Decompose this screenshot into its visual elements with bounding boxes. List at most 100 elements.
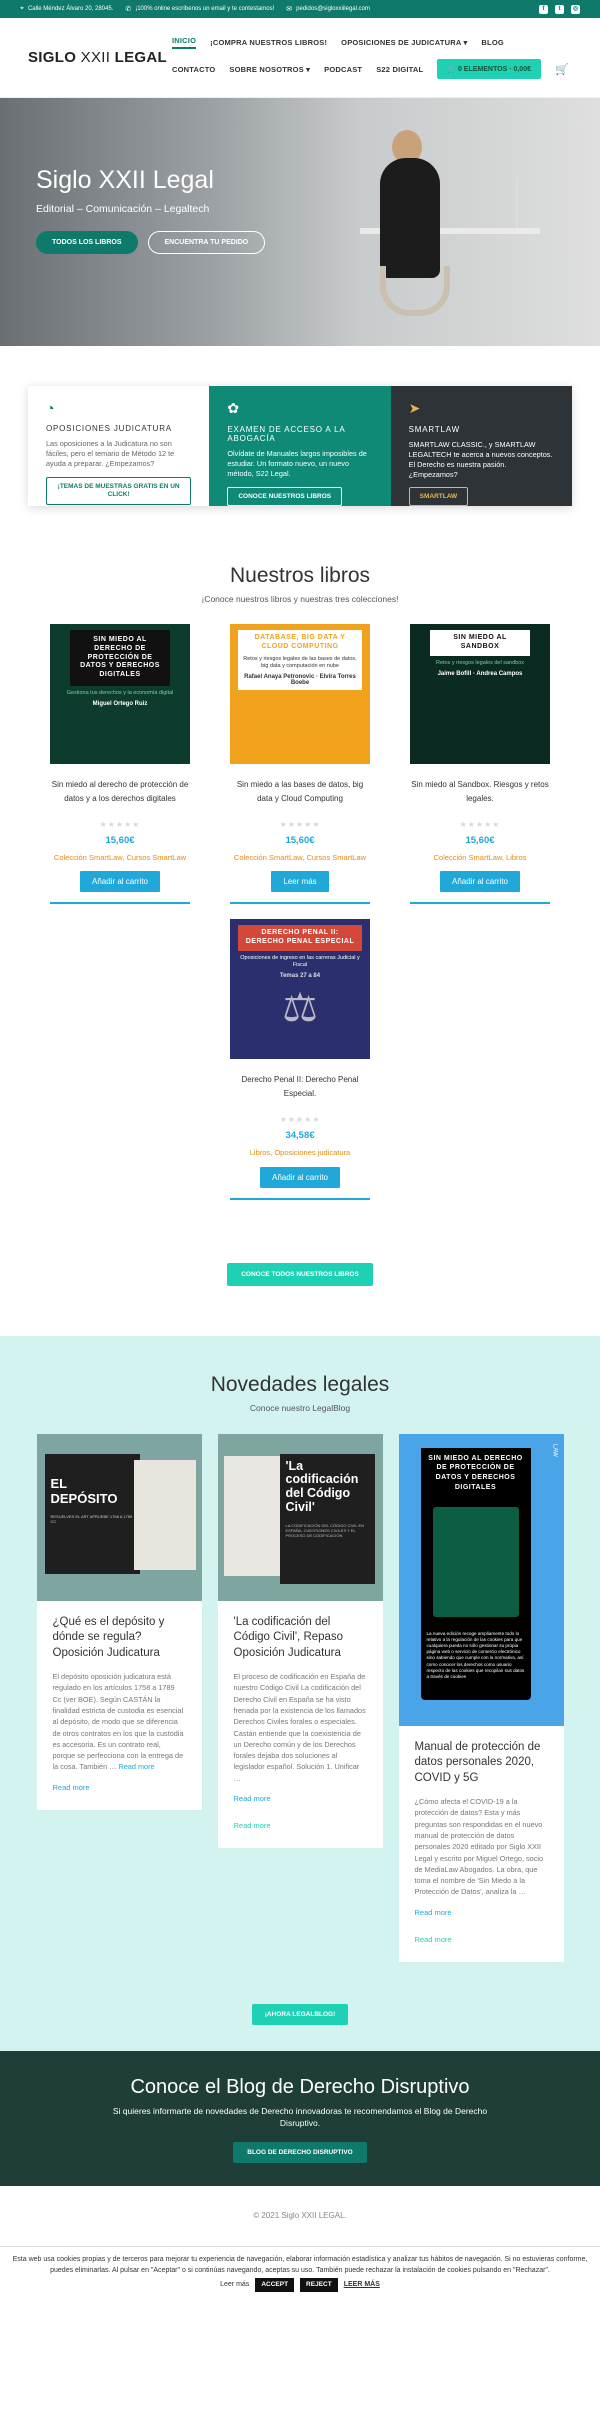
product-price: 34,58€ xyxy=(285,1130,315,1142)
card-text: Olvídate de Manuales largos imposibles d… xyxy=(227,449,367,478)
product-categories[interactable]: Colección SmartLaw, Cursos SmartLaw xyxy=(50,852,190,863)
read-more-link[interactable]: Read more xyxy=(234,1794,367,1803)
book-cover[interactable]: SIN MIEDO AL DERECHO DE PROTECCIÓN DE DA… xyxy=(50,624,190,764)
all-books-button[interactable]: TODOS LOS LIBROS xyxy=(36,231,138,254)
nav-podcast[interactable]: PODCAST xyxy=(324,65,362,74)
post-excerpt-text: El depósito oposición judicatura está re… xyxy=(52,1672,184,1772)
news-title: Novedades legales xyxy=(210,1372,390,1396)
cookie-actions: Leer más ACCEPT REJECT LEER MÁS xyxy=(12,2278,588,2293)
posts-grid: EL DEPÓSITO RESUELVES EL ART APRUEBE 1758… xyxy=(0,1433,600,1962)
product-name[interactable]: Sin miedo al Sandbox. Riesgos y retos le… xyxy=(410,778,550,812)
product-categories[interactable]: Colección SmartLaw, Libros xyxy=(410,852,550,863)
cart-button[interactable]: 🛒 0 ELEMENTOS · 0,00€ xyxy=(437,59,541,79)
post-title[interactable]: ¿Qué es el depósito y dónde se regula? O… xyxy=(53,1615,186,1662)
product-price: 15,60€ xyxy=(465,835,495,846)
post-title[interactable]: Manual de protección de datos personales… xyxy=(415,1740,548,1787)
cookie-reject-button[interactable]: REJECT xyxy=(300,2278,338,2293)
cart-summary: 0 ELEMENTOS · 0,00€ xyxy=(457,66,531,73)
rating-stars: ★★★★★ xyxy=(279,1115,321,1125)
scales-icon: ⚖ xyxy=(282,986,318,1031)
hero-chair xyxy=(380,266,450,316)
post-image[interactable]: EL DEPÓSITO RESUELVES EL ART APRUEBE 1758… xyxy=(36,1433,202,1601)
product-name[interactable]: Derecho Penal II: Derecho Penal Especial… xyxy=(230,1073,370,1107)
product-name[interactable]: Sin miedo a las bases de datos, big data… xyxy=(230,778,370,812)
phone-icon: ✆ xyxy=(125,6,132,13)
cover-subtitle: Oposiciones de ingreso en las carreras J… xyxy=(240,954,360,968)
cookie-more-link[interactable]: LEER MÁS xyxy=(344,2280,380,2291)
read-more-link[interactable]: Read more xyxy=(53,1783,186,1792)
blog-banner: Conoce el Blog de Derecho Disruptivo Si … xyxy=(0,2050,600,2186)
nav-sobre-nosotros[interactable]: SOBRE NOSOTROS ▾ xyxy=(229,65,310,74)
post-title[interactable]: 'La codificación del Código Civil', Repa… xyxy=(234,1615,367,1662)
read-more-link-secondary[interactable]: Read more xyxy=(415,1935,548,1944)
nav-inicio[interactable]: INICIO xyxy=(172,36,197,49)
email-link[interactable]: pedidos@sigloxxiilegal.com xyxy=(296,6,370,12)
book-cover[interactable]: DATABASE, BIG DATA Y CLOUD COMPUTING Ret… xyxy=(230,624,370,764)
cover-title: DATABASE, BIG DATA Y CLOUD COMPUTING xyxy=(254,634,346,650)
card-oposiciones: ◔ OPOSICIONES JUDICATURA Las oposiciones… xyxy=(28,386,210,506)
add-to-cart-button[interactable]: Añadir al carrito xyxy=(259,1166,341,1188)
book-cover[interactable]: SIN MIEDO AL SANDBOX Retos y riesgos leg… xyxy=(410,624,550,764)
cover-subtitle: Retos y riesgos legales de las bases de … xyxy=(243,655,357,669)
top-bar: ⌖ Calle Méndez Álvaro 20, 28045. ✆ ¡100% o… xyxy=(0,0,600,18)
cookie-read-more[interactable]: Leer más xyxy=(220,2280,249,2291)
card-text: Las oposiciones a la Judicatura no son f… xyxy=(46,439,175,468)
post-image-book xyxy=(133,1459,196,1570)
product-categories[interactable]: Colección SmartLaw, Cursos SmartLaw xyxy=(230,852,370,863)
cover-author: Rafael Anaya Petronovic · Elvira Torres … xyxy=(244,673,356,686)
hero-lamp xyxy=(516,178,530,228)
free-samples-button[interactable]: ¡TEMAS DE MUESTRAS GRATIS EN UN CLICK! xyxy=(46,476,192,506)
cover-subtitle: Gestiona tus derechos y la economía digi… xyxy=(66,689,174,696)
logo-part-c: LEGAL xyxy=(110,49,167,66)
card-abogacia: ✿ EXAMEN DE ACCESO A LA ABOGACÍA Olvídat… xyxy=(209,386,391,506)
site-logo[interactable]: SIGLO XXII LEGAL xyxy=(28,49,172,66)
post-image[interactable]: 'La codificación del Código Civil' LA COD… xyxy=(217,1433,383,1601)
legalblog-button[interactable]: ¡AHORA LEGALBLOG! xyxy=(251,2003,349,2025)
nav-oposiciones[interactable]: OPOSICIONES DE JUDICATURA ▾ xyxy=(341,38,467,47)
hero-buttons: TODOS LOS LIBROS ENCUENTRA TU PEDIDO xyxy=(36,231,266,254)
books-section: Nuestros libros ¡Conoce nuestros libros … xyxy=(0,506,600,1336)
inline-read-more-link[interactable]: Read more xyxy=(118,1762,154,1771)
product-card: DATABASE, BIG DATA Y CLOUD COMPUTING Ret… xyxy=(230,624,370,905)
news-section: Novedades legales Conoce nuestro LegalBl… xyxy=(0,1335,600,2051)
hero-subtitle: Editorial – Comunicación – Legaltech xyxy=(36,203,210,215)
post-body: 'La codificación del Código Civil', Repa… xyxy=(218,1601,383,1849)
book-cover[interactable]: DERECHO PENAL II: DERECHO PENAL ESPECIAL… xyxy=(230,919,370,1060)
nav-s22-digital[interactable]: S22 DIGITAL xyxy=(376,65,423,74)
nav-contacto[interactable]: CONTACTO xyxy=(172,65,215,74)
copyright: © 2021 Siglo XXII LEGAL. xyxy=(253,2210,347,2220)
read-more-link-secondary[interactable]: Read more xyxy=(234,1821,367,1830)
add-to-cart-button[interactable]: Añadir al carrito xyxy=(79,871,161,893)
social-links: f t ◎ xyxy=(539,4,580,14)
read-more-button[interactable]: Leer más xyxy=(271,871,329,893)
cart-icon[interactable]: 🛒 xyxy=(555,63,569,76)
card-title: EXAMEN DE ACCESO A LA ABOGACÍA xyxy=(227,425,346,443)
product-categories[interactable]: Libros, Oposiciones judicatura xyxy=(230,1147,370,1158)
nav-compra-libros[interactable]: ¡COMPRA NUESTROS LIBROS! xyxy=(210,38,327,47)
email-item[interactable]: ✉ pedidos@sigloxxiilegal.com xyxy=(286,5,370,13)
facebook-icon[interactable]: f xyxy=(539,4,548,14)
read-more-link[interactable]: Read more xyxy=(415,1908,548,1917)
address-item: ⌖ Calle Méndez Álvaro 20, 28045. xyxy=(20,5,113,13)
all-books-link-button[interactable]: CONOCE TODOS NUESTROS LIBROS xyxy=(227,1262,373,1286)
cover-title-box: SIN MIEDO AL SANDBOX xyxy=(430,630,530,656)
nav-blog[interactable]: BLOG xyxy=(481,38,503,47)
main-nav: INICIO ¡COMPRA NUESTROS LIBROS! OPOSICIO… xyxy=(172,36,572,79)
instagram-icon[interactable]: ◎ xyxy=(571,4,580,14)
logo-part-a: SIGLO xyxy=(28,49,81,66)
hero-person xyxy=(380,158,440,278)
twitter-icon[interactable]: t xyxy=(555,4,564,14)
cookie-accept-button[interactable]: ACCEPT xyxy=(255,2278,295,2293)
address-text: Calle Méndez Álvaro 20, 28045. xyxy=(27,6,114,12)
add-to-cart-button[interactable]: Añadir al carrito xyxy=(439,871,521,893)
product-name[interactable]: Sin miedo al derecho de protección de da… xyxy=(50,778,190,812)
know-books-button[interactable]: CONOCE NUESTROS LIBROS xyxy=(227,486,343,506)
find-order-button[interactable]: ENCUENTRA TU PEDIDO xyxy=(147,231,266,254)
post-image-card: 'La codificación del Código Civil' LA COD… xyxy=(279,1453,375,1584)
card-title: OPOSICIONES JUDICATURA xyxy=(46,424,172,433)
law-label: LAW xyxy=(551,1443,558,1457)
smartlaw-button[interactable]: SMARTLAW xyxy=(408,487,469,507)
post-image[interactable]: SIN MIEDO AL DERECHO DE PROTECCIÓN DE DA… xyxy=(398,1433,564,1726)
blog-banner-button[interactable]: BLOG DE DERECHO DISRUPTIVO xyxy=(233,2142,367,2164)
hero-content: Siglo XXII Legal Editorial – Comunicació… xyxy=(36,166,266,254)
